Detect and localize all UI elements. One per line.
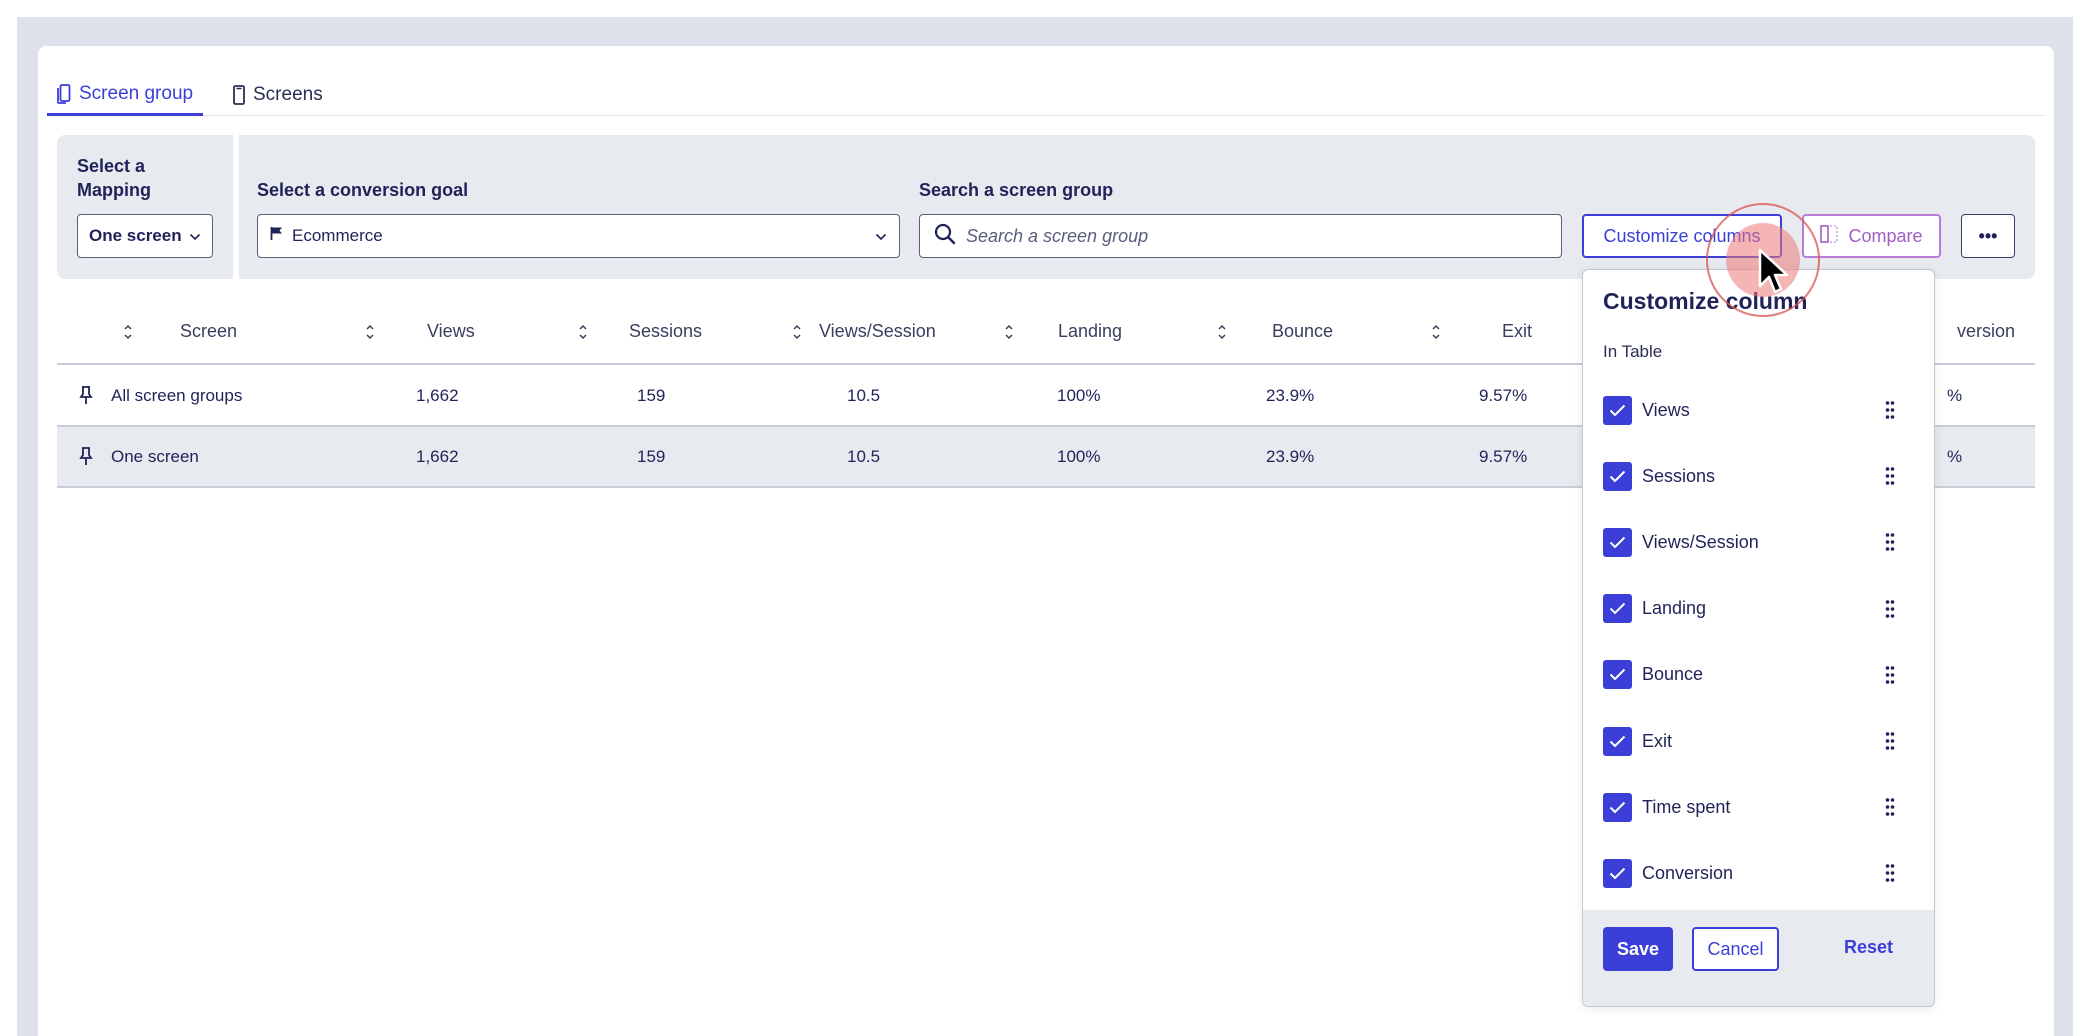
column-option-label: Exit: [1642, 730, 1673, 751]
mouse-cursor-icon: [1758, 248, 1789, 294]
popover-subtitle: In Table: [1603, 342, 1663, 361]
compare-button[interactable]: Compare: [1802, 214, 1941, 258]
popover-footer: Save Cancel Reset: [1583, 910, 1934, 1006]
more-options-button[interactable]: •••: [1961, 214, 2015, 258]
col-header-bounce[interactable]: Bounce: [1272, 300, 1333, 363]
pin-icon[interactable]: [79, 446, 93, 471]
mapping-value: One screen: [89, 226, 182, 245]
col-header-landing[interactable]: Landing: [1058, 300, 1122, 363]
checkbox[interactable]: [1603, 792, 1632, 822]
drag-handle-icon[interactable]: [1885, 400, 1895, 420]
column-option[interactable]: Landing: [1603, 593, 1913, 625]
column-option-label: Landing: [1642, 598, 1707, 619]
col-header-sessions[interactable]: Sessions: [629, 300, 702, 363]
column-option-label: Time spent: [1642, 796, 1731, 817]
search-input[interactable]: [966, 225, 1526, 247]
column-option[interactable]: Bounce: [1603, 659, 1913, 691]
column-option[interactable]: Conversion: [1603, 857, 1913, 889]
mapping-select[interactable]: One screen: [77, 214, 213, 258]
tab-bar: Screen group Screens: [47, 74, 2045, 116]
cell-screen: One screen: [111, 446, 199, 466]
search-label: Search a screen group: [919, 180, 1114, 200]
cell-exit: 9.57%: [1479, 446, 1528, 466]
mapping-label: Select a Mapping: [77, 156, 151, 200]
drag-handle-icon[interactable]: [1885, 599, 1895, 619]
cell-views: 1,662: [416, 385, 459, 405]
tab-label: Screen group: [79, 82, 194, 104]
cell-views-session: 10.5: [847, 385, 881, 405]
column-option-label: Conversion: [1642, 862, 1734, 883]
screen-group-icon: [57, 83, 71, 104]
drag-handle-icon[interactable]: [1885, 731, 1895, 751]
drag-handle-icon[interactable]: [1885, 797, 1895, 817]
column-option-label: Bounce: [1642, 664, 1704, 685]
checkbox[interactable]: [1603, 594, 1632, 624]
reset-link[interactable]: Reset: [1844, 937, 1893, 958]
compare-label: Compare: [1848, 225, 1923, 246]
goal-label: Select a conversion goal: [257, 180, 469, 200]
sort-icon[interactable]: [576, 322, 590, 342]
sort-icon[interactable]: [363, 322, 377, 342]
sort-icon[interactable]: [121, 322, 135, 342]
checkbox[interactable]: [1603, 726, 1632, 756]
col-header-conversion-partial[interactable]: version: [1957, 300, 2015, 363]
customize-columns-popover: Customize column In Table Views Sessions V…: [1582, 269, 1935, 1007]
cell-views-session: 10.5: [847, 446, 881, 466]
cell-views: 1,662: [416, 446, 459, 466]
drag-handle-icon[interactable]: [1885, 863, 1895, 883]
flag-icon: [270, 226, 283, 246]
column-option-label: Views/Session: [1642, 531, 1759, 552]
cell-sessions: 159: [637, 385, 666, 405]
cancel-button[interactable]: Cancel: [1692, 927, 1779, 971]
checkbox[interactable]: [1603, 660, 1632, 690]
pin-icon[interactable]: [79, 385, 93, 410]
column-option-label: Sessions: [1642, 465, 1716, 486]
col-header-exit[interactable]: Exit: [1502, 300, 1532, 363]
cell-screen: All screen groups: [111, 385, 243, 405]
tab-screens[interactable]: Screens: [229, 74, 327, 116]
sort-icon[interactable]: [1215, 322, 1229, 342]
drag-handle-icon[interactable]: [1885, 532, 1895, 552]
column-option[interactable]: Views: [1603, 394, 1913, 426]
cell-exit: 9.57%: [1479, 385, 1528, 405]
col-header-views-session[interactable]: Views/Session: [819, 300, 936, 363]
column-option[interactable]: Time spent: [1603, 791, 1913, 823]
sort-icon[interactable]: [790, 322, 804, 342]
column-option-label: Views: [1642, 399, 1690, 420]
cell-sessions: 159: [637, 446, 666, 466]
goal-value: Ecommerce: [292, 226, 383, 245]
checkbox[interactable]: [1603, 461, 1632, 491]
column-option[interactable]: Views/Session: [1603, 526, 1913, 558]
search-box: [919, 214, 1562, 258]
column-option[interactable]: Exit: [1603, 725, 1913, 757]
compare-icon: [1820, 224, 1839, 249]
drag-handle-icon[interactable]: [1885, 466, 1895, 486]
column-option[interactable]: Sessions: [1603, 460, 1913, 492]
cell-landing: 100%: [1057, 446, 1101, 466]
tab-screen-group[interactable]: Screen group: [47, 74, 204, 116]
conversion-goal-select[interactable]: Ecommerce: [257, 214, 900, 258]
phone-icon: [233, 85, 245, 105]
col-header-views[interactable]: Views: [427, 300, 475, 363]
checkbox[interactable]: [1603, 395, 1632, 425]
sort-icon[interactable]: [1429, 322, 1443, 342]
checkbox[interactable]: [1603, 858, 1632, 888]
search-icon: [934, 223, 956, 250]
cell-bounce: 23.9%: [1266, 446, 1315, 466]
save-button[interactable]: Save: [1603, 927, 1673, 971]
drag-handle-icon[interactable]: [1885, 665, 1895, 685]
filter-divider: [233, 135, 239, 279]
cell-bounce: 23.9%: [1266, 385, 1315, 405]
cell-landing: 100%: [1057, 385, 1101, 405]
tab-label: Screens: [253, 84, 323, 105]
cell-conversion-partial: %: [1947, 385, 1963, 405]
chevron-down-icon: [189, 226, 201, 246]
chevron-down-icon: [875, 226, 887, 246]
sort-icon[interactable]: [1002, 322, 1016, 342]
col-header-screen[interactable]: Screen: [180, 300, 237, 363]
checkbox[interactable]: [1603, 527, 1632, 557]
cell-conversion-partial: %: [1947, 446, 1963, 466]
